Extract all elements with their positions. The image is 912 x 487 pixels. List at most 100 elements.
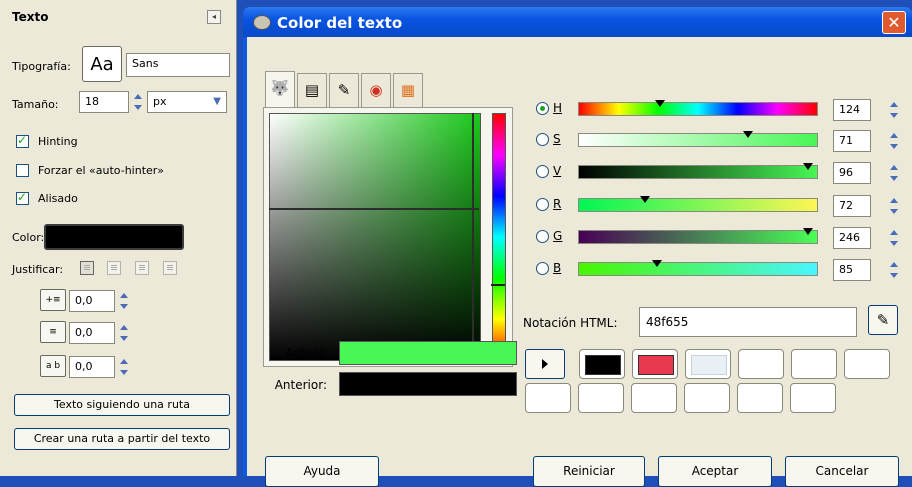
indent-input[interactable]: 0,0 xyxy=(69,290,115,312)
reset-button[interactable]: Reiniciar xyxy=(533,456,645,487)
tab-color-wheel[interactable]: ◉ xyxy=(361,73,391,107)
indent-spin-icon[interactable] xyxy=(119,291,129,311)
tab-cmyk[interactable]: ▤ xyxy=(297,73,327,107)
hue-strip[interactable] xyxy=(492,113,506,361)
channel-radio-b[interactable] xyxy=(536,262,549,275)
channel-slider-marker[interactable] xyxy=(803,228,814,235)
history-swatch[interactable] xyxy=(631,383,677,413)
channel-slider-s[interactable] xyxy=(578,133,818,147)
channel-value-h[interactable]: 124 xyxy=(833,99,871,121)
letter-spacing-icon: a b xyxy=(40,355,66,377)
text-tool-options-panel: Texto ◂ Tipografía: Aa Sans Tamaño: 18 p… xyxy=(0,0,237,476)
channel-spin-icon[interactable] xyxy=(889,259,900,281)
history-swatch[interactable] xyxy=(790,383,836,413)
channel-label-s: S xyxy=(553,132,561,146)
saturation-value-area[interactable] xyxy=(269,113,481,361)
eyedropper-icon: ✎ xyxy=(876,311,890,329)
channel-spin-icon[interactable] xyxy=(889,162,900,184)
autohinter-checkbox[interactable] xyxy=(16,164,29,177)
channel-value-s[interactable]: 71 xyxy=(833,130,871,152)
hex-input[interactable]: 48f655 xyxy=(639,307,857,337)
ok-button[interactable]: Aceptar xyxy=(658,456,772,487)
font-sample-button[interactable]: Aa xyxy=(82,46,122,82)
line-spacing-spin-icon[interactable] xyxy=(119,323,129,343)
channel-slider-marker[interactable] xyxy=(654,100,665,107)
text-along-path-button[interactable]: Texto siguiendo una ruta xyxy=(14,394,230,416)
help-button[interactable]: Ayuda xyxy=(265,456,379,487)
channel-value-v[interactable]: 96 xyxy=(833,162,871,184)
unit-select[interactable]: px ▼ xyxy=(147,91,227,113)
size-label: Tamaño: xyxy=(12,98,59,111)
close-button[interactable]: ✕ xyxy=(882,11,906,34)
path-from-text-button[interactable]: Crear una ruta a partir del texto xyxy=(14,428,230,450)
sv-crosshair-vertical xyxy=(472,113,474,359)
channel-slider-h[interactable] xyxy=(578,102,818,116)
history-swatch[interactable] xyxy=(578,383,624,413)
history-swatch[interactable] xyxy=(579,349,625,379)
hue-marker xyxy=(491,284,505,286)
letter-spacing-spin-icon[interactable] xyxy=(119,357,129,377)
channel-slider-marker[interactable] xyxy=(640,196,651,203)
justify-fill-button[interactable] xyxy=(163,261,177,275)
hinting-checkbox[interactable] xyxy=(16,133,29,148)
hinting-label: Hinting xyxy=(38,135,78,148)
history-swatch-color xyxy=(691,355,727,375)
justify-left-button[interactable] xyxy=(80,261,94,275)
channel-spin-icon[interactable] xyxy=(889,195,900,217)
channel-slider-g[interactable] xyxy=(578,230,818,244)
tab-palette[interactable]: ▦ xyxy=(393,73,423,107)
history-swatch[interactable] xyxy=(844,349,890,379)
channel-slider-marker[interactable] xyxy=(743,131,754,138)
channel-value-g[interactable]: 246 xyxy=(833,227,871,249)
history-swatch[interactable] xyxy=(737,383,783,413)
history-swatch[interactable] xyxy=(685,349,731,379)
channel-value-b[interactable]: 85 xyxy=(833,259,871,281)
justify-label: Justificar: xyxy=(12,263,64,276)
channel-radio-r[interactable] xyxy=(536,198,549,211)
tab-watercolor[interactable]: ✎ xyxy=(329,73,359,107)
font-label: Tipografía: xyxy=(12,60,71,73)
tab-gimp-selector[interactable]: 🐺 xyxy=(265,71,295,107)
sv-crosshair-horizontal xyxy=(269,208,479,210)
history-swatch[interactable] xyxy=(791,349,837,379)
channel-slider-marker[interactable] xyxy=(652,260,663,267)
justify-right-button[interactable] xyxy=(107,261,121,275)
font-input[interactable]: Sans xyxy=(126,53,230,77)
history-swatch[interactable] xyxy=(738,349,784,379)
channel-spin-icon[interactable] xyxy=(889,99,900,121)
letter-spacing-input[interactable]: 0,0 xyxy=(69,356,115,378)
antialias-label: Alisado xyxy=(38,192,78,205)
cancel-button[interactable]: Cancelar xyxy=(785,456,899,487)
history-swatch[interactable] xyxy=(632,349,678,379)
history-swatch[interactable] xyxy=(684,383,730,413)
channel-radio-v[interactable] xyxy=(536,165,549,178)
line-spacing-input[interactable]: 0,0 xyxy=(69,322,115,344)
color-label: Color: xyxy=(12,231,45,244)
channel-radio-s[interactable] xyxy=(536,133,549,146)
size-input[interactable]: 18 xyxy=(79,91,129,113)
gimp-icon: 🐺 xyxy=(270,79,290,97)
panel-menu-icon[interactable]: ◂ xyxy=(207,10,221,24)
text-color-button[interactable] xyxy=(44,224,184,250)
add-to-history-button[interactable] xyxy=(525,349,565,379)
history-swatch[interactable] xyxy=(525,383,571,413)
channel-label-v: V xyxy=(553,164,562,178)
current-label: Actual: xyxy=(285,346,327,360)
antialias-checkbox[interactable] xyxy=(16,190,29,205)
size-spin-icon[interactable] xyxy=(133,92,143,112)
printer-icon: ▤ xyxy=(304,81,320,99)
dialog-titlebar[interactable]: Color del texto ✕ xyxy=(243,7,912,37)
channel-slider-b[interactable] xyxy=(578,262,818,276)
history-swatch-color xyxy=(585,355,621,375)
channel-spin-icon[interactable] xyxy=(889,227,900,249)
color-dialog: Color del texto ✕ 🐺 ▤ ✎ ◉ ▦ Actual: Ante… xyxy=(243,7,912,487)
channel-value-r[interactable]: 72 xyxy=(833,195,871,217)
channel-spin-icon[interactable] xyxy=(889,130,900,152)
channel-radio-g[interactable] xyxy=(536,230,549,243)
justify-center-button[interactable] xyxy=(135,261,149,275)
channel-radio-h[interactable] xyxy=(536,102,549,115)
channel-slider-r[interactable] xyxy=(578,198,818,212)
color-picker-button[interactable]: ✎ xyxy=(868,305,898,335)
channel-slider-v[interactable] xyxy=(578,165,818,179)
channel-slider-marker[interactable] xyxy=(803,163,814,170)
